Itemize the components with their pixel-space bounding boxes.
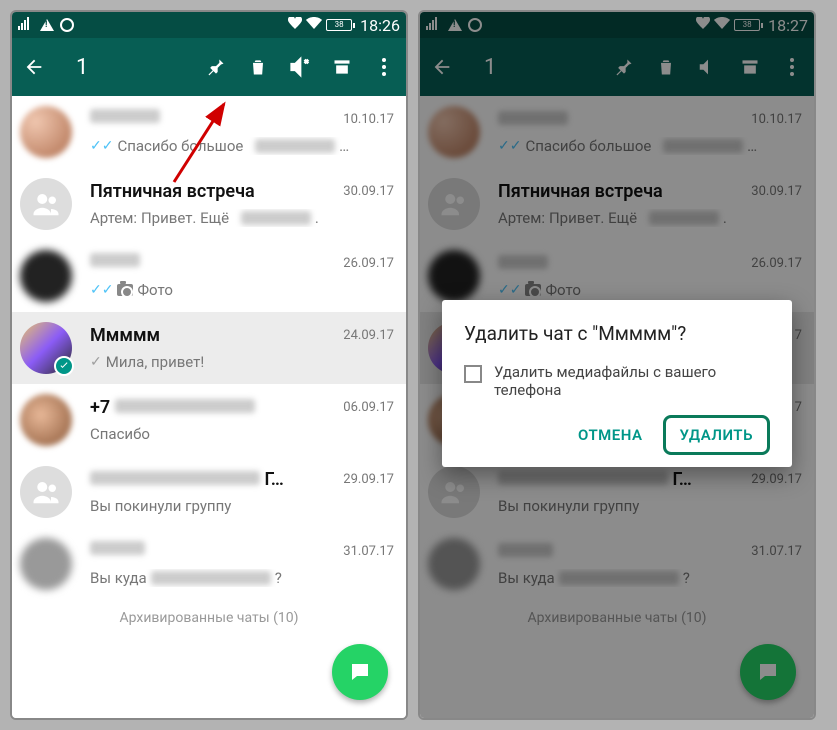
sent-tick-icon: ✓ [90, 354, 102, 370]
delete-button[interactable]: УДАЛИТЬ [663, 415, 770, 455]
chat-item[interactable]: Муж 26.09.17 ✓✓ Фото [12, 240, 406, 312]
chat-item[interactable]: +7 06.09.17 Спасибо [12, 384, 406, 456]
read-ticks-icon: ✓✓ [90, 138, 113, 154]
new-chat-fab[interactable] [332, 644, 388, 700]
selection-count: 1 [76, 55, 88, 80]
chat-item[interactable]: Пятничная встреча 30.09.17 Артем: Привет… [12, 168, 406, 240]
chat-message: Спасибо [90, 425, 394, 443]
chat-name: Стас [90, 541, 333, 562]
checkbox-label: Удалить медиафайлы с вашего телефона [494, 363, 770, 399]
clock: 18:26 [360, 16, 400, 35]
chat-message: ✓✓ Фото [90, 281, 394, 299]
chat-message: ✓ Мила, привет! [90, 353, 394, 371]
signal-icon [18, 16, 34, 34]
phone-right: 38 18:27 1 10.10.17 ✓✓Спасибо большое … … [418, 10, 816, 720]
sync-icon [60, 18, 74, 32]
chat-list[interactable]: Артем 10.10.17 ✓✓ Спасибо большое … Пятн… [12, 96, 406, 718]
cancel-button[interactable]: ОТМЕНА [566, 416, 655, 454]
avatar[interactable] [20, 394, 72, 446]
chat-item[interactable]: Артем 10.10.17 ✓✓ Спасибо большое … [12, 96, 406, 168]
chat-date: 26.09.17 [343, 256, 394, 271]
avatar[interactable] [20, 466, 72, 518]
heart-icon [288, 17, 302, 33]
chat-message: Вы куда ? [90, 569, 394, 587]
chat-date: 29.09.17 [343, 472, 394, 487]
chat-message: Вы покинули группу [90, 497, 394, 515]
chat-name: Муж [90, 253, 333, 274]
avatar[interactable] [20, 538, 72, 590]
statusbar: 38 18:26 [12, 12, 406, 38]
chat-name: Ммммм [90, 325, 333, 346]
mute-icon[interactable] [288, 55, 312, 79]
chat-message: Артем: Привет. Ещё . [90, 209, 394, 227]
warning-icon [40, 19, 54, 31]
back-icon[interactable] [22, 55, 46, 79]
selected-check-icon [54, 356, 74, 376]
chat-date: 31.07.17 [343, 544, 394, 559]
read-ticks-icon: ✓✓ [90, 282, 113, 298]
dialog-title: Удалить чат с "Ммммм"? [464, 322, 770, 345]
chat-item[interactable]: Стас 31.07.17 Вы куда ? [12, 528, 406, 600]
chat-item-selected[interactable]: Ммммм 24.09.17 ✓ Мила, привет! [12, 312, 406, 384]
menu-icon[interactable] [372, 55, 396, 79]
avatar[interactable] [20, 106, 72, 158]
chat-name: Г… [90, 469, 333, 490]
battery-icon: 38 [326, 19, 352, 31]
phone-left: 38 18:26 1 Артем 10.10.17 ✓✓ [10, 10, 408, 720]
avatar[interactable] [20, 178, 72, 230]
avatar[interactable] [20, 250, 72, 302]
delete-chat-dialog: Удалить чат с "Ммммм"? Удалить медиафайл… [442, 300, 792, 467]
chat-name: +7 [90, 397, 333, 418]
delete-icon[interactable] [246, 55, 270, 79]
chat-date: 30.09.17 [343, 184, 394, 199]
camera-icon [117, 284, 133, 296]
avatar[interactable] [20, 322, 72, 374]
chat-date: 06.09.17 [343, 400, 394, 415]
archive-icon[interactable] [330, 55, 354, 79]
pin-icon[interactable] [204, 55, 228, 79]
wifi-icon [306, 17, 322, 33]
chat-date: 10.10.17 [343, 112, 394, 127]
chat-item[interactable]: Г… 29.09.17 Вы покинули группу [12, 456, 406, 528]
checkbox-icon[interactable] [464, 365, 482, 383]
archived-chats-link[interactable]: Архивированные чаты (10) [12, 600, 406, 630]
chat-name: Пятничная встреча [90, 181, 333, 202]
chat-date: 24.09.17 [343, 328, 394, 343]
selection-toolbar: 1 [12, 38, 406, 96]
chat-name: Артем [90, 109, 333, 130]
delete-media-checkbox[interactable]: Удалить медиафайлы с вашего телефона [464, 363, 770, 399]
chat-message: ✓✓ Спасибо большое … [90, 137, 394, 155]
